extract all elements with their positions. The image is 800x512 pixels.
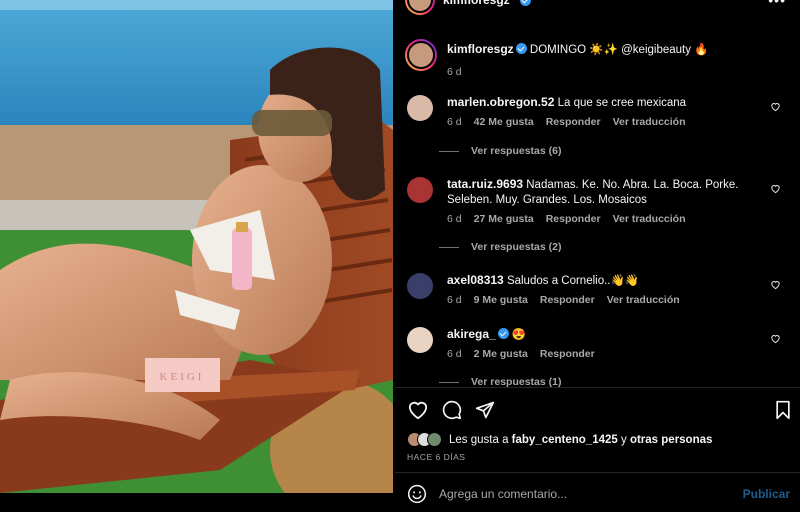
translate-button[interactable]: Ver traducción <box>613 213 686 225</box>
share-icon[interactable] <box>475 400 495 420</box>
comment-likes[interactable]: 9 Me gusta <box>474 294 528 306</box>
post-comment-button[interactable]: Publicar <box>743 487 790 501</box>
post-photo[interactable]: KEIGI <box>0 0 393 493</box>
product-box-label: KEIGI <box>160 371 205 383</box>
commenter-avatar[interactable] <box>407 95 433 121</box>
liker-avatars <box>407 432 442 447</box>
commenter-avatar[interactable] <box>407 177 433 203</box>
divider <box>395 387 800 388</box>
post-header: kimfloresgz <box>405 0 531 15</box>
liker-username[interactable]: faby_centeno_1425 <box>512 434 618 446</box>
commenter-username[interactable]: akirega_ <box>447 327 496 341</box>
bookmark-button[interactable] <box>774 400 792 420</box>
commenter-avatar[interactable] <box>407 273 433 299</box>
author-avatar[interactable] <box>405 0 435 15</box>
reply-button[interactable]: Responder <box>540 348 595 360</box>
translate-button[interactable]: Ver traducción <box>613 116 686 128</box>
comment-age: 6 d <box>447 213 462 225</box>
comment-item: akirega_ 😍 6 d 2 Me gusta Responder <box>407 327 787 360</box>
caption-age: 6 d <box>447 66 462 78</box>
heart-icon[interactable] <box>407 400 429 420</box>
comment-item: axel08313 Saludos a Cornelio..👋👋 6 d 9 M… <box>407 273 787 306</box>
post-caption: kimfloresgz DOMINGO ☀️✨ @keigibeauty 🔥 6… <box>405 39 709 78</box>
emoji-icon <box>407 484 427 504</box>
comment-likes[interactable]: 42 Me gusta <box>474 116 534 128</box>
commenter-username[interactable]: tata.ruiz.9693 <box>447 177 523 191</box>
bookmark-icon <box>776 400 790 420</box>
reply-button[interactable]: Responder <box>546 116 601 128</box>
verified-badge-icon <box>519 0 531 6</box>
comment-item: marlen.obregon.52 La que se cree mexican… <box>407 95 787 128</box>
post-date: HACE 6 DÍAS <box>407 452 466 462</box>
reply-button[interactable]: Responder <box>540 294 595 306</box>
like-comment-heart-icon[interactable] <box>770 333 781 344</box>
comment-age: 6 d <box>447 294 462 306</box>
comment-input[interactable] <box>439 484 729 504</box>
reply-button[interactable]: Responder <box>546 213 601 225</box>
like-comment-heart-icon[interactable] <box>770 101 781 112</box>
view-replies-button[interactable]: Ver respuestas (6) <box>439 145 561 157</box>
like-comment-heart-icon[interactable] <box>770 279 781 290</box>
post-image: KEIGI <box>0 0 393 493</box>
likes-middle: y <box>621 433 627 446</box>
liker-avatar[interactable] <box>427 432 442 447</box>
comment-text: La que se cree mexicana <box>557 97 687 109</box>
view-replies-button[interactable]: Ver respuestas (2) <box>439 241 561 253</box>
other-likers-link[interactable]: otras personas <box>630 434 712 446</box>
comment-likes[interactable]: 27 Me gusta <box>474 213 534 225</box>
caption-username[interactable]: kimfloresgz <box>447 42 514 56</box>
view-replies-button[interactable]: Ver respuestas (1) <box>439 376 561 387</box>
comment-item: tata.ruiz.9693 Nadamas. Ke. No. Abra. La… <box>407 177 787 225</box>
commenter-username[interactable]: marlen.obregon.52 <box>447 95 554 109</box>
comment-age: 6 d <box>447 116 462 128</box>
commenter-avatar[interactable] <box>407 327 433 353</box>
post-actions <box>407 400 495 420</box>
comment-age: 6 d <box>447 348 462 360</box>
comment-text: Saludos a Cornelio..👋👋 <box>506 275 640 287</box>
more-icon[interactable]: ••• <box>768 0 786 8</box>
comment-icon[interactable] <box>442 400 462 420</box>
likes-prefix: Les gusta a <box>449 433 509 446</box>
verified-badge-icon <box>515 43 527 54</box>
divider <box>395 472 800 473</box>
emoji-button[interactable] <box>407 484 427 509</box>
translate-button[interactable]: Ver traducción <box>607 294 680 306</box>
comments-scroll-clip: Ver respuestas (1) <box>395 372 800 387</box>
comment-text: 😍 <box>511 329 527 341</box>
comment-likes[interactable]: 2 Me gusta <box>474 348 528 360</box>
like-comment-heart-icon[interactable] <box>770 183 781 194</box>
caption-avatar[interactable] <box>405 39 437 71</box>
likes-summary: Les gusta a faby_centeno_1425 y otras pe… <box>407 432 712 447</box>
verified-badge-icon <box>497 328 509 339</box>
author-username[interactable]: kimfloresgz <box>443 0 510 7</box>
commenter-username[interactable]: axel08313 <box>447 273 504 287</box>
post-side-panel: kimfloresgz ••• kimfloresgz DOMINGO ☀️✨ … <box>395 0 800 512</box>
caption-text: DOMINGO ☀️✨ @keigibeauty 🔥 <box>529 44 709 56</box>
